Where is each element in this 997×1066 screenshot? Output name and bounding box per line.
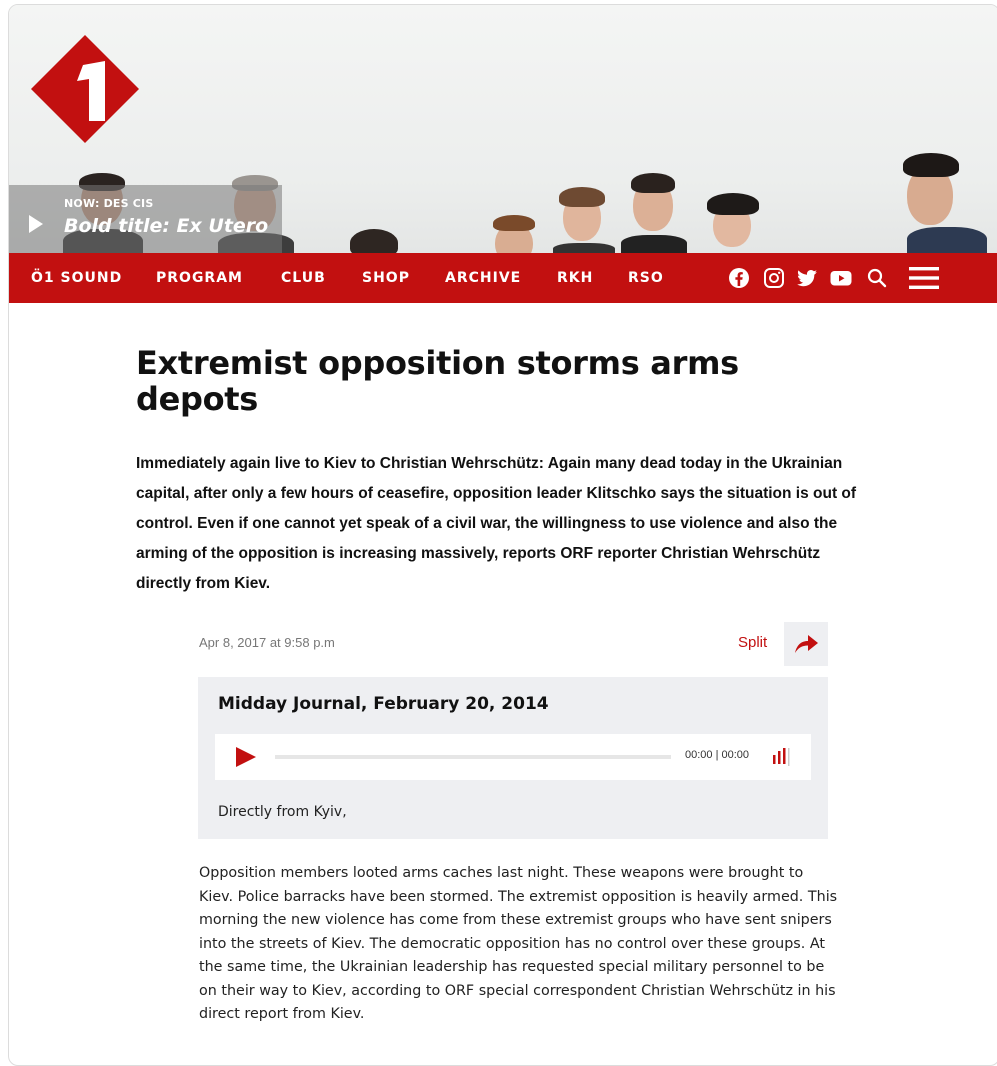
youtube-icon[interactable] xyxy=(829,266,853,290)
person-photo xyxy=(549,187,619,253)
play-icon[interactable] xyxy=(29,215,43,233)
page-frame: NOW: DES CIS Bold title: Ex Utero Ö1 SOU… xyxy=(8,4,997,1066)
nav-item-rso[interactable]: RSO xyxy=(628,270,664,286)
main-nav: Ö1 SOUND PROGRAM CLUB SHOP ARCHIVE RKH R… xyxy=(9,253,997,303)
play-icon[interactable] xyxy=(236,747,256,767)
person-photo xyxy=(887,153,987,253)
nav-item-shop[interactable]: SHOP xyxy=(362,270,410,286)
facebook-icon[interactable] xyxy=(727,266,751,290)
audio-time: 00:00 | 00:00 xyxy=(685,749,750,761)
search-icon[interactable] xyxy=(865,266,889,290)
person-photo xyxy=(344,227,404,253)
nav-item-rkh[interactable]: RKH xyxy=(557,270,593,286)
instagram-icon[interactable] xyxy=(762,266,786,290)
twitter-icon[interactable] xyxy=(795,266,819,290)
now-playing-title[interactable]: Bold title: Ex Utero xyxy=(64,215,268,237)
audio-title: Midday Journal, February 20, 2014 xyxy=(218,694,549,714)
progress-bar[interactable] xyxy=(275,755,671,759)
now-playing-box[interactable]: NOW: DES CIS Bold title: Ex Utero xyxy=(9,185,282,253)
audio-caption: Directly from Kyiv, xyxy=(218,804,347,820)
now-playing-label: NOW: DES CIS xyxy=(64,197,154,210)
oe1-logo[interactable] xyxy=(27,27,147,147)
split-label[interactable]: Split xyxy=(738,634,767,651)
menu-icon[interactable] xyxy=(909,263,939,293)
audio-player-card: Midday Journal, February 20, 2014 00:00 … xyxy=(198,677,828,839)
article-body: Opposition members looted arms caches la… xyxy=(199,865,838,1022)
person-photo xyxy=(699,193,769,253)
article-lede: Immediately again live to Kiev to Christ… xyxy=(136,455,857,592)
person-photo xyxy=(485,215,545,253)
article-date: Apr 8, 2017 at 9:58 p.m xyxy=(199,635,335,650)
share-button[interactable] xyxy=(784,622,828,666)
nav-item-archive[interactable]: ARCHIVE xyxy=(445,270,521,286)
nav-item-club[interactable]: CLUB xyxy=(281,270,326,286)
share-arrow-icon xyxy=(795,635,818,653)
volume-icon[interactable] xyxy=(771,748,791,766)
audio-player: 00:00 | 00:00 xyxy=(215,734,811,780)
article-headline: Extremist opposition storms arms depots xyxy=(136,344,739,418)
nav-item-oe1-sound[interactable]: Ö1 SOUND xyxy=(31,270,122,286)
person-photo xyxy=(615,173,695,253)
nav-item-program[interactable]: PROGRAM xyxy=(156,270,243,286)
header-photo: NOW: DES CIS Bold title: Ex Utero xyxy=(9,5,997,253)
